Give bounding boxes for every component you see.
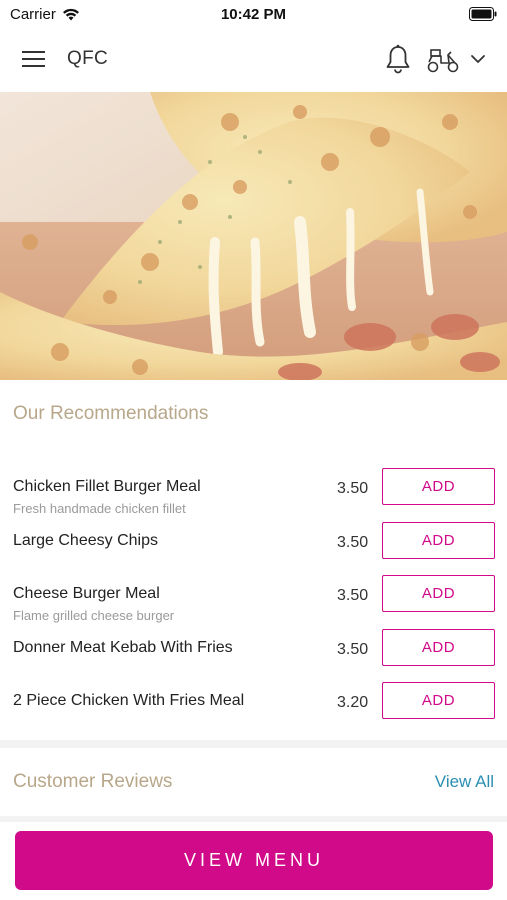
add-button[interactable]: ADD <box>382 682 495 719</box>
pizza-illustration <box>0 92 507 380</box>
item-price: 3.50 <box>337 641 369 658</box>
add-button[interactable]: ADD <box>382 468 495 505</box>
recommendations-title: Our Recommendations <box>13 403 209 424</box>
bell-icon[interactable] <box>385 44 411 74</box>
reviews-title: Customer Reviews <box>13 771 173 792</box>
nav-bar: QFC <box>0 28 507 92</box>
status-time: 10:42 PM <box>220 6 287 23</box>
item-price: 3.50 <box>337 534 369 551</box>
item-description: Flame grilled cheese burger <box>13 608 175 623</box>
battery-icon <box>469 7 497 21</box>
status-bar: Carrier 10:42 PM <box>0 0 507 28</box>
reviews-section: Customer Reviews View All <box>0 748 507 816</box>
item-price: 3.50 <box>337 587 369 604</box>
item-description: Fresh handmade chicken fillet <box>13 501 186 516</box>
menu-item: Chicken Fillet Burger Meal Fresh handmad… <box>0 468 507 520</box>
menu-item: Donner Meat Kebab With Fries 3.50 ADD <box>0 629 507 681</box>
item-name: Donner Meat Kebab With Fries <box>13 639 233 656</box>
section-divider <box>0 740 507 748</box>
view-all-link[interactable]: View All <box>435 772 494 792</box>
menu-icon[interactable] <box>22 50 46 68</box>
view-menu-button[interactable]: VIEW MENU <box>15 831 493 890</box>
add-button[interactable]: ADD <box>382 575 495 612</box>
item-name: Chicken Fillet Burger Meal <box>13 478 201 495</box>
hero-pizza-image <box>0 92 507 380</box>
menu-item: Large Cheesy Chips 3.50 ADD <box>0 522 507 574</box>
recommendations-section: Our Recommendations Chicken Fillet Burge… <box>0 380 507 740</box>
chevron-down-icon[interactable] <box>470 52 486 66</box>
add-button[interactable]: ADD <box>382 629 495 666</box>
section-divider <box>0 816 507 822</box>
menu-item: 2 Piece Chicken With Fries Meal 3.20 ADD <box>0 682 507 734</box>
delivery-scooter-icon[interactable] <box>426 46 460 74</box>
store-title: QFC <box>67 48 109 69</box>
item-price: 3.50 <box>337 480 369 497</box>
menu-item: Cheese Burger Meal Flame grilled cheese … <box>0 575 507 627</box>
item-price: 3.20 <box>337 694 369 711</box>
item-name: Cheese Burger Meal <box>13 585 160 602</box>
item-name: Large Cheesy Chips <box>13 532 158 549</box>
item-name: 2 Piece Chicken With Fries Meal <box>13 692 245 709</box>
add-button[interactable]: ADD <box>382 522 495 559</box>
